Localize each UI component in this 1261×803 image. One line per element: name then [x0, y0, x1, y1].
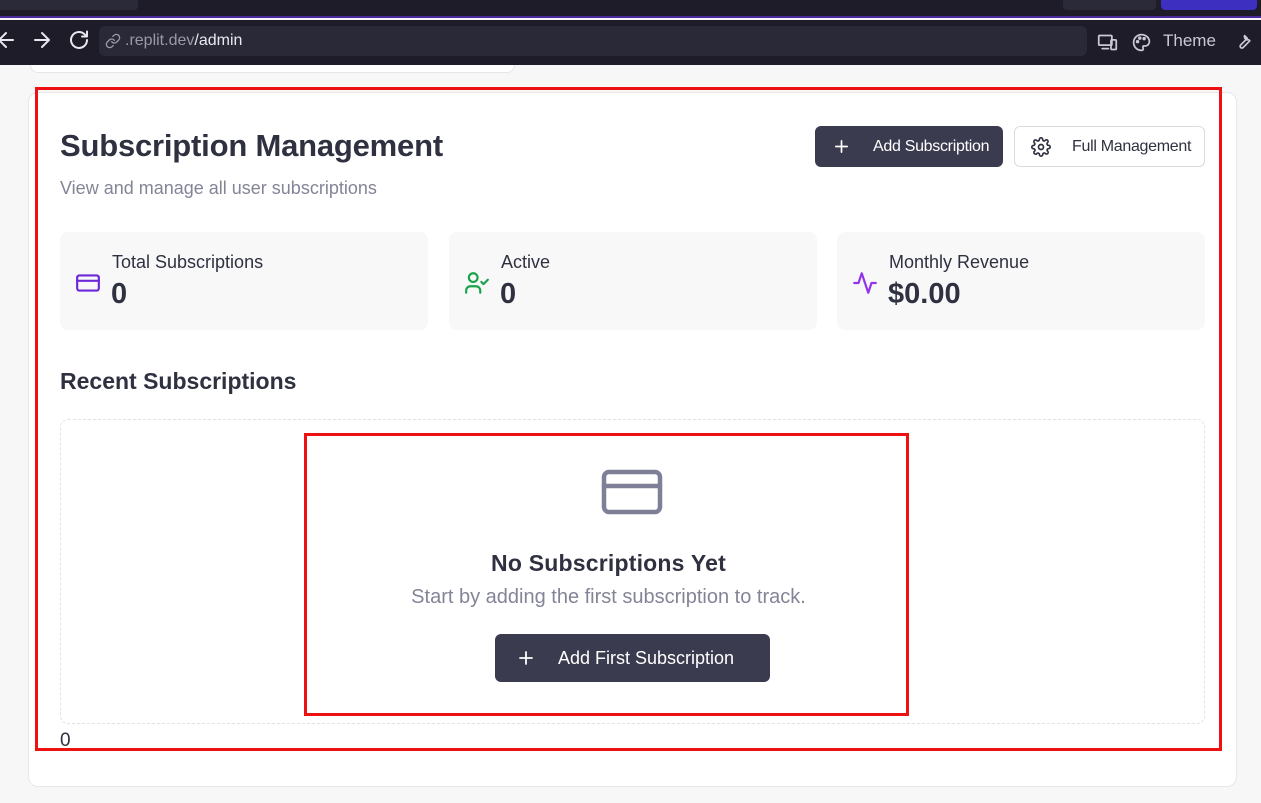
add-subscription-label: Add Subscription [873, 138, 990, 155]
url-domain: .replit.dev [125, 32, 195, 49]
stat-value: 0 [111, 278, 128, 310]
credit-card-icon [76, 274, 100, 292]
previous-card-edge [30, 65, 515, 73]
stat-card-revenue: Monthly Revenue $0.00 [837, 232, 1205, 330]
palette-icon[interactable] [1131, 32, 1152, 53]
credit-card-icon [601, 469, 663, 515]
browser-tab-strip [0, 0, 1261, 18]
stat-card-active: Active 0 [449, 232, 817, 330]
link-icon [105, 33, 121, 49]
stat-card-total: Total Subscriptions 0 [60, 232, 428, 330]
page-subtitle: View and manage all user subscriptions [60, 178, 377, 198]
url-field[interactable]: .replit.dev/admin [99, 26, 1087, 56]
add-first-subscription-label: Add First Subscription [558, 648, 735, 668]
full-management-button[interactable]: Full Management [1014, 126, 1205, 167]
responsive-devices-icon[interactable] [1097, 32, 1118, 53]
stat-label: Monthly Revenue [889, 252, 1030, 272]
activity-icon [853, 272, 877, 294]
wrench-icon[interactable] [1234, 32, 1254, 52]
theme-button[interactable]: Theme [1163, 26, 1216, 56]
add-subscription-button[interactable]: Add Subscription [815, 126, 1003, 167]
stat-label: Total Subscriptions [112, 252, 264, 272]
recent-subscriptions-heading: Recent Subscriptions [60, 368, 297, 394]
page-title: Subscription Management [60, 128, 443, 163]
reload-icon[interactable] [67, 28, 91, 52]
browser-action-button[interactable] [1063, 0, 1156, 10]
stray-count-text: 0 [60, 730, 71, 751]
back-arrow-icon[interactable] [0, 28, 18, 52]
gear-icon [1031, 137, 1051, 157]
browser-tab[interactable] [0, 0, 138, 10]
user-check-icon [465, 272, 489, 294]
plus-icon [519, 651, 533, 665]
stat-value: 0 [500, 278, 517, 310]
browser-primary-action-button[interactable] [1161, 0, 1257, 10]
forward-arrow-icon[interactable] [30, 28, 54, 52]
stat-value: $0.00 [888, 278, 961, 310]
address-bar: .replit.dev/admin Theme [0, 20, 1261, 65]
plus-icon [834, 139, 849, 154]
empty-state-title: No Subscriptions Yet [491, 550, 726, 576]
url-path: /admin [194, 32, 243, 49]
empty-state-text: Start by adding the first subscription t… [411, 586, 806, 608]
add-first-subscription-button[interactable]: Add First Subscription [495, 634, 770, 682]
full-management-label: Full Management [1072, 138, 1192, 155]
stat-label: Active [501, 252, 551, 272]
